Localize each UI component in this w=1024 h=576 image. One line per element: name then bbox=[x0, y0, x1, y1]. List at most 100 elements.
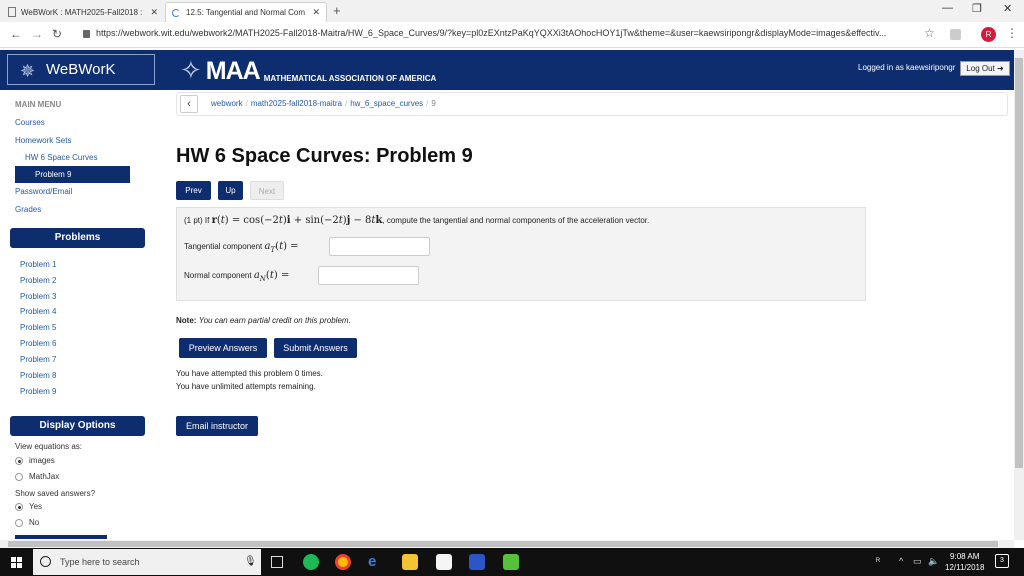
browser-tab-libretexts[interactable]: 12.5: Tangential and Normal Com ✕ bbox=[165, 2, 327, 22]
battery-icon[interactable]: ▭ bbox=[913, 556, 922, 567]
problem-link[interactable]: Problem 1 bbox=[20, 260, 56, 269]
problem-link[interactable]: Problem 4 bbox=[20, 307, 56, 316]
webwork-star-icon: ✵ bbox=[20, 61, 36, 81]
radio-yes-label: Yes bbox=[29, 502, 43, 511]
tangential-label: Tangential component aT(t) = bbox=[184, 241, 299, 254]
logged-in-text: Logged in as kaewsiripongr bbox=[858, 63, 956, 72]
address-bar-row: ← → ↻ https://webwork.wit.edu/webwork2/M… bbox=[0, 22, 1024, 48]
bookmark-star-icon[interactable]: ☆ bbox=[924, 26, 935, 40]
problem-link[interactable]: Problem 8 bbox=[20, 371, 56, 380]
forward-arrow-icon[interactable]: → bbox=[31, 27, 43, 41]
webwork-header: ✵ WeBWorK ✧ MAA MATHEMATICAL ASSOCIATION… bbox=[0, 50, 1014, 90]
green-app-icon[interactable] bbox=[503, 554, 519, 570]
new-tab-button[interactable]: + bbox=[333, 3, 341, 18]
display-options-header: Display Options bbox=[10, 416, 145, 436]
chrome-icon[interactable] bbox=[335, 554, 351, 570]
maximize-icon[interactable]: ❐ bbox=[972, 2, 982, 15]
tab-title: WeBWorK : MATH2025-Fall2018 : bbox=[21, 7, 143, 17]
note-text: You can earn partial credit on this prob… bbox=[198, 316, 351, 325]
show-saved-label: Show saved answers? bbox=[15, 489, 96, 498]
up-button[interactable]: Up bbox=[218, 181, 243, 200]
problem-link[interactable]: Problem 9 bbox=[20, 387, 56, 396]
problem-link[interactable]: Problem 5 bbox=[20, 323, 56, 332]
loading-icon bbox=[172, 8, 180, 17]
radio-images[interactable] bbox=[15, 457, 23, 465]
volume-icon[interactable]: 🔈 bbox=[928, 556, 939, 567]
microphone-icon[interactable]: 🎙 bbox=[244, 556, 257, 567]
preview-answers-button[interactable]: Preview Answers bbox=[179, 338, 267, 358]
submit-answers-button[interactable]: Submit Answers bbox=[274, 338, 357, 358]
note-label: Note: bbox=[176, 316, 197, 325]
people-icon[interactable]: ᴿ bbox=[876, 556, 880, 566]
maa-emblem-icon: ✧ bbox=[180, 55, 202, 85]
browser-menu-icon[interactable]: ⋮ bbox=[1006, 26, 1018, 40]
maa-logo[interactable]: ✧ MAA MATHEMATICAL ASSOCIATION OF AMERIC… bbox=[180, 55, 436, 86]
webwork-logo[interactable]: ✵ WeBWorK bbox=[7, 54, 155, 85]
url-field[interactable]: https://webwork.wit.edu/webwork2/MATH202… bbox=[96, 28, 916, 38]
edge-icon[interactable]: e bbox=[368, 554, 384, 570]
maa-subtitle: MATHEMATICAL ASSOCIATION OF AMERICA bbox=[263, 74, 437, 83]
radio-no[interactable] bbox=[15, 519, 23, 527]
email-instructor-button[interactable]: Email instructor bbox=[176, 416, 258, 436]
browser-tab-strip: WeBWorK : MATH2025-Fall2018 : ✕ 12.5: Ta… bbox=[0, 0, 1024, 22]
notification-center-icon[interactable]: 3 bbox=[995, 554, 1009, 568]
horizontal-scroll-thumb[interactable] bbox=[8, 541, 998, 547]
reload-icon[interactable]: ↻ bbox=[52, 27, 62, 41]
normal-answer-input[interactable] bbox=[318, 266, 419, 285]
profile-avatar[interactable]: R bbox=[981, 27, 996, 42]
browser-tab-webwork[interactable]: WeBWorK : MATH2025-Fall2018 : ✕ bbox=[2, 2, 164, 22]
app-name: WeBWorK bbox=[46, 61, 116, 78]
radio-yes[interactable] bbox=[15, 503, 23, 511]
sidebar-item-current-set[interactable]: HW 6 Space Curves bbox=[25, 153, 97, 162]
problem-link[interactable]: Problem 3 bbox=[20, 292, 56, 301]
file-explorer-icon[interactable] bbox=[402, 554, 418, 570]
breadcrumb-link[interactable]: math2025-fall2018-maitra bbox=[251, 99, 342, 108]
clock[interactable]: 9:08 AM 12/11/2018 bbox=[945, 551, 984, 573]
problem-equation: r(t) = cos(−2t)i + sin(−2t)j − 8tk bbox=[211, 215, 383, 226]
radio-no-label: No bbox=[29, 518, 40, 527]
logout-button[interactable]: Log Out ➜ bbox=[960, 61, 1010, 76]
partial-credit-note: Note: You can earn partial credit on thi… bbox=[176, 316, 351, 325]
vertical-scroll-thumb[interactable] bbox=[1015, 58, 1023, 468]
close-icon[interactable]: ✕ bbox=[312, 7, 320, 18]
breadcrumb-link[interactable]: webwork bbox=[211, 99, 243, 108]
shield-app-icon[interactable] bbox=[469, 554, 485, 570]
back-arrow-icon[interactable]: ← bbox=[10, 27, 22, 41]
extension-icon[interactable] bbox=[950, 29, 961, 40]
breadcrumb-link[interactable]: hw_6_space_curves bbox=[350, 99, 423, 108]
tangential-answer-input[interactable] bbox=[329, 237, 430, 256]
back-chevron-icon[interactable]: ‹ bbox=[180, 95, 198, 113]
windows-start-icon[interactable] bbox=[11, 557, 22, 568]
page-icon bbox=[8, 7, 16, 17]
problem-link[interactable]: Problem 6 bbox=[20, 339, 56, 348]
store-icon[interactable] bbox=[436, 554, 452, 570]
breadcrumb: ‹ webwork / math2025-fall2018-maitra / hw_6_… bbox=[176, 92, 1008, 116]
cutoff-button bbox=[15, 535, 107, 539]
prev-button[interactable]: Prev bbox=[176, 181, 211, 200]
problem-link[interactable]: Problem 7 bbox=[20, 355, 56, 364]
attempts-remaining: You have unlimited attempts remaining. bbox=[176, 382, 316, 391]
radio-images-label: images bbox=[29, 456, 55, 465]
sidebar-item-grades[interactable]: Grades bbox=[15, 205, 41, 214]
task-view-icon[interactable] bbox=[271, 556, 283, 568]
sidebar-item-password-email[interactable]: Password/Email bbox=[15, 187, 72, 196]
problem-box: (1 pt) If r(t) = cos(−2t)i + sin(−2t)j −… bbox=[176, 207, 866, 301]
page-title: HW 6 Space Curves: Problem 9 bbox=[176, 145, 473, 167]
minimize-icon[interactable]: — bbox=[942, 2, 953, 14]
problem-link[interactable]: Problem 2 bbox=[20, 276, 56, 285]
sidebar-item-homework-sets[interactable]: Homework Sets bbox=[15, 136, 71, 145]
window-close-icon[interactable]: ✕ bbox=[1003, 2, 1012, 15]
taskbar-search[interactable]: Type here to search 🎙 bbox=[33, 549, 261, 575]
tab-title: 12.5: Tangential and Normal Com bbox=[186, 8, 306, 17]
problem-points: (1 pt) If bbox=[184, 216, 210, 225]
radio-mathjax[interactable] bbox=[15, 473, 23, 481]
close-icon[interactable]: ✕ bbox=[150, 7, 158, 18]
problem-statement: (1 pt) If r(t) = cos(−2t)i + sin(−2t)j −… bbox=[184, 215, 649, 226]
windows-taskbar: Type here to search 🎙 e ᴿ ^ ▭ 🔈 9:08 AM … bbox=[0, 548, 1024, 576]
sidebar-item-courses[interactable]: Courses bbox=[15, 118, 45, 127]
sidebar-item-current-problem[interactable]: Problem 9 bbox=[15, 166, 130, 183]
main-menu-heading: MAIN MENU bbox=[15, 100, 62, 109]
chevron-up-icon[interactable]: ^ bbox=[899, 556, 903, 566]
taskbar-search-placeholder: Type here to search bbox=[60, 557, 140, 567]
spotify-icon[interactable] bbox=[303, 554, 319, 570]
